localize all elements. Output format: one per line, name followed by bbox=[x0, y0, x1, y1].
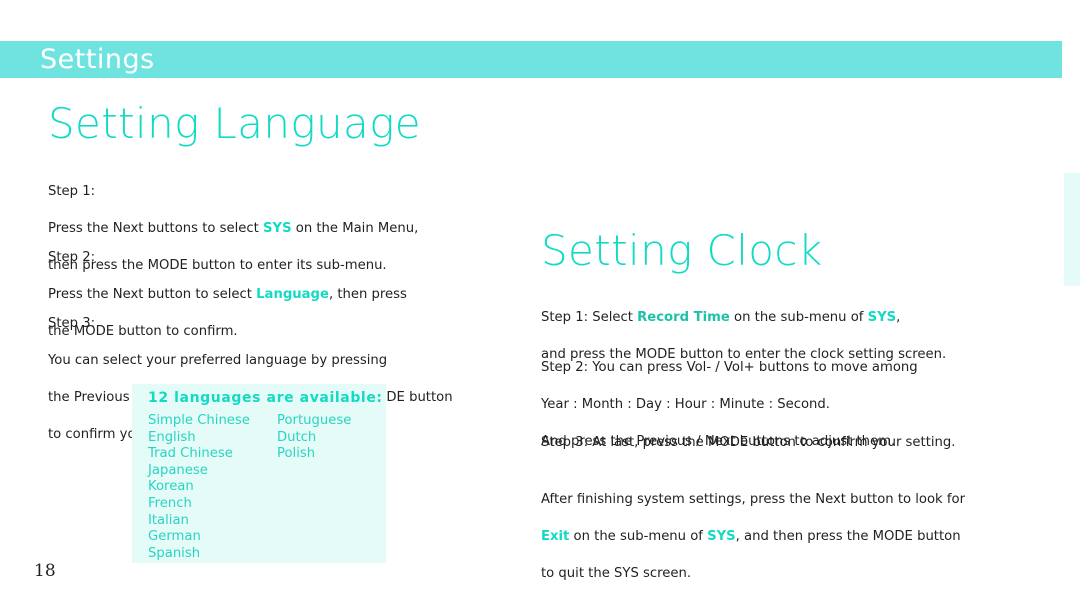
language-item: Dutch bbox=[277, 429, 317, 445]
clock-step-3-block: Step 3: At last, press the MODE button t… bbox=[541, 415, 1041, 452]
clock-step-1-line1-mid: on the sub-menu of bbox=[729, 309, 868, 325]
clock-step-1-line1-before: Step 1: Select bbox=[541, 309, 638, 325]
language-item: Italian bbox=[148, 512, 189, 528]
language-item: German bbox=[148, 529, 201, 545]
language-item: Trad Chinese bbox=[148, 446, 233, 462]
clock-step-2-line2: Year : Month : Day : Hour : Minute : Sec… bbox=[541, 396, 830, 412]
after-note-line2-mid: on the sub-menu of bbox=[569, 528, 708, 544]
after-note-accent-sys: SYS bbox=[707, 528, 736, 544]
languages-panel-title: 12 languages are available: bbox=[148, 390, 383, 406]
step-2-label: Step 2: bbox=[48, 249, 96, 265]
step-1-label: Step 1: bbox=[48, 183, 96, 199]
clock-step-2-line1: Step 2: You can press Vol- / Vol+ button… bbox=[541, 359, 918, 375]
language-item: Simple Chinese bbox=[148, 413, 250, 428]
manual-page: Settings Setting Language Step 1: Press … bbox=[0, 0, 1080, 605]
page-title: Settings bbox=[40, 44, 155, 75]
device-menu-illustration: MSC bbox=[1064, 173, 1080, 286]
language-item: Spanish bbox=[148, 545, 201, 561]
after-note-line3: to quit the SYS screen. bbox=[541, 565, 692, 581]
language-item: Korean bbox=[148, 479, 194, 495]
header-band bbox=[0, 41, 1062, 78]
after-note-accent-exit: Exit bbox=[541, 528, 570, 544]
languages-panel: 12 languages are available: Simple Chine… bbox=[132, 384, 386, 563]
step-3-label: Step 3: bbox=[48, 315, 96, 331]
languages-column-2: Portuguese Dutch Polish bbox=[277, 413, 351, 463]
section-heading-setting-language: Setting Language bbox=[48, 99, 422, 148]
languages-column-1: Simple Chinese English Trad Chinese Japa… bbox=[148, 413, 250, 562]
language-item: Portuguese bbox=[277, 413, 352, 428]
left-column: Setting Language Step 1: Press the Next … bbox=[0, 78, 530, 605]
language-item: Polish bbox=[277, 446, 316, 462]
clock-after-note-block: After finishing system settings, press t… bbox=[541, 472, 1041, 584]
section-heading-setting-clock: Setting Clock bbox=[541, 226, 823, 275]
language-item: English bbox=[148, 429, 196, 445]
step-3-line1: You can select your preferred language b… bbox=[48, 352, 388, 368]
clock-step-1-accent-sys: SYS bbox=[867, 309, 897, 325]
clock-step-3-line1: Step 3: At last, press the MODE button t… bbox=[541, 434, 956, 450]
language-item: French bbox=[148, 495, 192, 511]
language-item: Japanese bbox=[148, 462, 208, 478]
after-note-line2-after: , and then press the MODE button bbox=[735, 528, 961, 544]
page-number: 18 bbox=[34, 561, 56, 581]
after-note-line1: After finishing system settings, press t… bbox=[541, 491, 966, 507]
clock-step-1-line1-after: , bbox=[896, 309, 901, 325]
right-column: MSC bbox=[530, 78, 1080, 605]
clock-step-1-accent-record-time: Record Time bbox=[637, 309, 730, 325]
